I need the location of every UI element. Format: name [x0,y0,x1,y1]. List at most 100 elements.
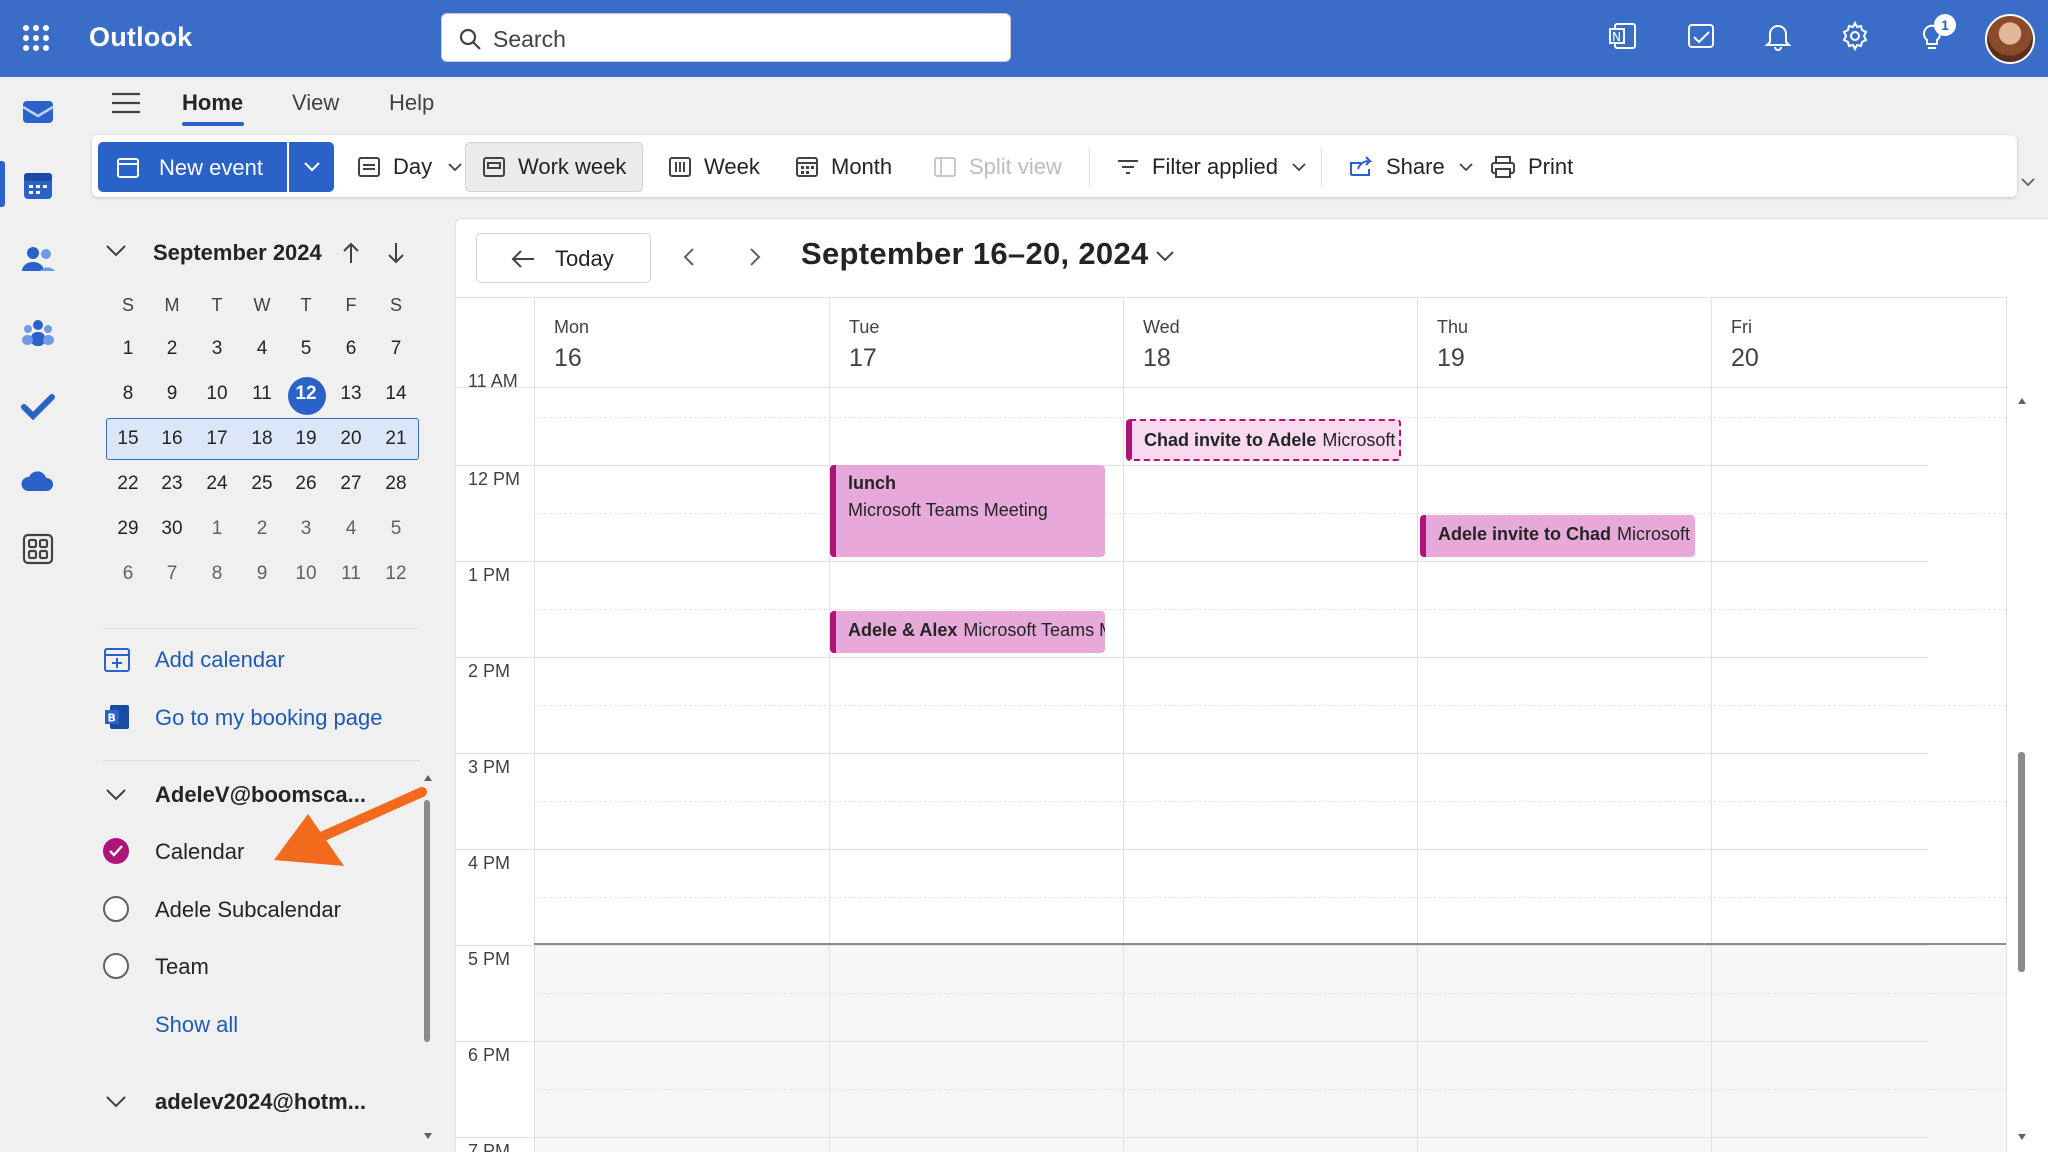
previous-week-chevron-icon[interactable] [682,246,696,268]
mini-calendar-day[interactable]: 30 [152,512,192,546]
tab-home[interactable]: Home [182,90,243,116]
mini-calendar-day[interactable]: 23 [152,467,192,501]
mini-calendar-day[interactable]: 20 [331,422,371,456]
settings-gear-icon[interactable] [1839,20,1875,56]
mini-calendar-day[interactable]: 2 [152,332,192,366]
account-name-2[interactable]: adelev2024@hotm... [155,1089,366,1115]
groups-icon[interactable] [20,315,58,353]
more-apps-icon[interactable] [20,531,58,569]
date-range-title[interactable]: September 16–20, 2024 [801,236,1149,272]
onenote-icon[interactable]: N [1607,20,1643,56]
mini-calendar-day[interactable]: 6 [331,332,371,366]
mini-calendar-day[interactable]: 4 [331,512,371,546]
mini-calendar-day[interactable]: 24 [197,467,237,501]
calendar-item-team[interactable]: Team [155,954,209,980]
calendar-item-calendar[interactable]: Calendar [155,839,244,865]
mini-calendar-day[interactable]: 16 [152,422,192,456]
tab-help[interactable]: Help [389,90,434,116]
work-week-view-button[interactable]: Work week [465,142,644,192]
new-event-dropdown-button[interactable] [289,142,334,192]
calendar-checkbox-unchecked[interactable] [103,953,129,979]
next-week-chevron-icon[interactable] [748,246,762,268]
day-header-number[interactable]: 17 [849,344,877,373]
mini-calendar-day[interactable]: 27 [331,467,371,501]
tab-view[interactable]: View [292,90,339,116]
mini-calendar-day[interactable]: 17 [197,422,237,456]
mini-calendar-day[interactable]: 1 [108,332,148,366]
mini-calendar-day[interactable]: 29 [108,512,148,546]
grid-scroll-up-arrow-icon[interactable] [2017,397,2027,405]
mini-calendar-day[interactable]: 26 [286,467,326,501]
date-range-chevron-down-icon[interactable] [1155,250,1175,264]
mini-calendar-day[interactable]: 11 [242,377,282,411]
next-month-arrow-icon[interactable] [386,241,406,265]
split-view-button[interactable]: Split view [933,142,1062,192]
day-view-button[interactable]: Day [357,142,462,192]
previous-month-arrow-icon[interactable] [341,241,361,265]
search-box[interactable]: Search [441,13,1011,62]
app-title[interactable]: Outlook [89,22,192,53]
calendar-event[interactable]: Adele & AlexMicrosoft Teams Meeting [830,611,1105,653]
mini-calendar-day[interactable]: 12 [376,557,416,591]
hamburger-menu-icon[interactable] [112,92,140,114]
mini-calendar-day[interactable]: 12 [286,377,326,411]
calendar-checkbox-unchecked[interactable] [103,896,129,922]
mini-calendar-day[interactable]: 10 [197,377,237,411]
mini-calendar-day[interactable]: 1 [197,512,237,546]
mini-calendar-day[interactable]: 5 [376,512,416,546]
calendar-item-adele-subcalendar[interactable]: Adele Subcalendar [155,897,341,923]
mini-calendar-day[interactable]: 8 [197,557,237,591]
notifications-bell-icon[interactable] [1762,20,1798,56]
mini-calendar-day[interactable]: 4 [242,332,282,366]
day-view-chevron-down-icon[interactable] [448,162,462,172]
filter-button[interactable]: Filter applied [1116,142,1306,192]
my-day-icon[interactable] [1685,20,1721,56]
account2-collapse-chevron-icon[interactable] [105,1095,127,1109]
day-header-number[interactable]: 20 [1731,344,1759,373]
new-event-button[interactable]: New event [98,142,287,192]
people-icon[interactable] [20,241,58,279]
mini-calendar-day[interactable]: 28 [376,467,416,501]
mini-calendar-day[interactable]: 14 [376,377,416,411]
mini-calendar-day[interactable]: 2 [242,512,282,546]
week-view-button[interactable]: Week [668,142,760,192]
print-button[interactable]: Print [1490,142,1573,192]
mini-calendar-day[interactable]: 3 [197,332,237,366]
mail-icon[interactable] [20,93,58,131]
mini-calendar-day[interactable]: 11 [331,557,371,591]
calendar-event[interactable]: lunch Microsoft Teams Meeting [830,465,1105,557]
share-button[interactable]: Share [1348,142,1473,192]
mini-calendar-day[interactable]: 7 [376,332,416,366]
sidebar-scroll-down-arrow-icon[interactable] [423,1132,433,1140]
todo-check-icon[interactable] [20,389,58,427]
month-view-button[interactable]: Month [795,142,892,192]
mini-calendar-day[interactable]: 6 [108,557,148,591]
mini-calendar-title[interactable]: September 2024 [153,240,322,266]
booking-page-link[interactable]: Go to my booking page [155,705,382,731]
calendar-scrollbar[interactable] [2018,752,2025,972]
mini-calendar-day[interactable]: 21 [376,422,416,456]
mini-calendar-day[interactable]: 9 [152,377,192,411]
mini-calendar-day[interactable]: 8 [108,377,148,411]
mini-calendar-day[interactable]: 5 [286,332,326,366]
mini-calendar-day[interactable]: 10 [286,557,326,591]
user-avatar[interactable] [1985,14,2035,64]
calendar-event[interactable]: Adele invite to ChadMicrosoft Teams Meet… [1420,515,1695,557]
account1-collapse-chevron-icon[interactable] [105,788,127,802]
day-header-number[interactable]: 16 [554,344,582,373]
onedrive-cloud-icon[interactable] [20,463,58,501]
app-launcher-icon[interactable] [22,24,50,52]
ribbon-expand-chevron-icon[interactable] [2020,176,2036,188]
mini-calendar-day[interactable]: 22 [108,467,148,501]
mini-calendar-day[interactable]: 18 [242,422,282,456]
add-calendar-link[interactable]: Add calendar [155,647,285,673]
grid-scroll-down-arrow-icon[interactable] [2017,1133,2027,1141]
today-button[interactable]: Today [476,233,651,283]
show-all-link[interactable]: Show all [155,1012,238,1038]
calendar-event[interactable]: Chad invite to AdeleMicrosoft Teams Meet… [1126,419,1401,461]
mini-calendar-day[interactable]: 19 [286,422,326,456]
mini-calendar-day[interactable]: 9 [242,557,282,591]
day-header-number[interactable]: 19 [1437,344,1465,373]
calendar-icon[interactable] [20,167,58,205]
mini-calendar-day[interactable]: 3 [286,512,326,546]
